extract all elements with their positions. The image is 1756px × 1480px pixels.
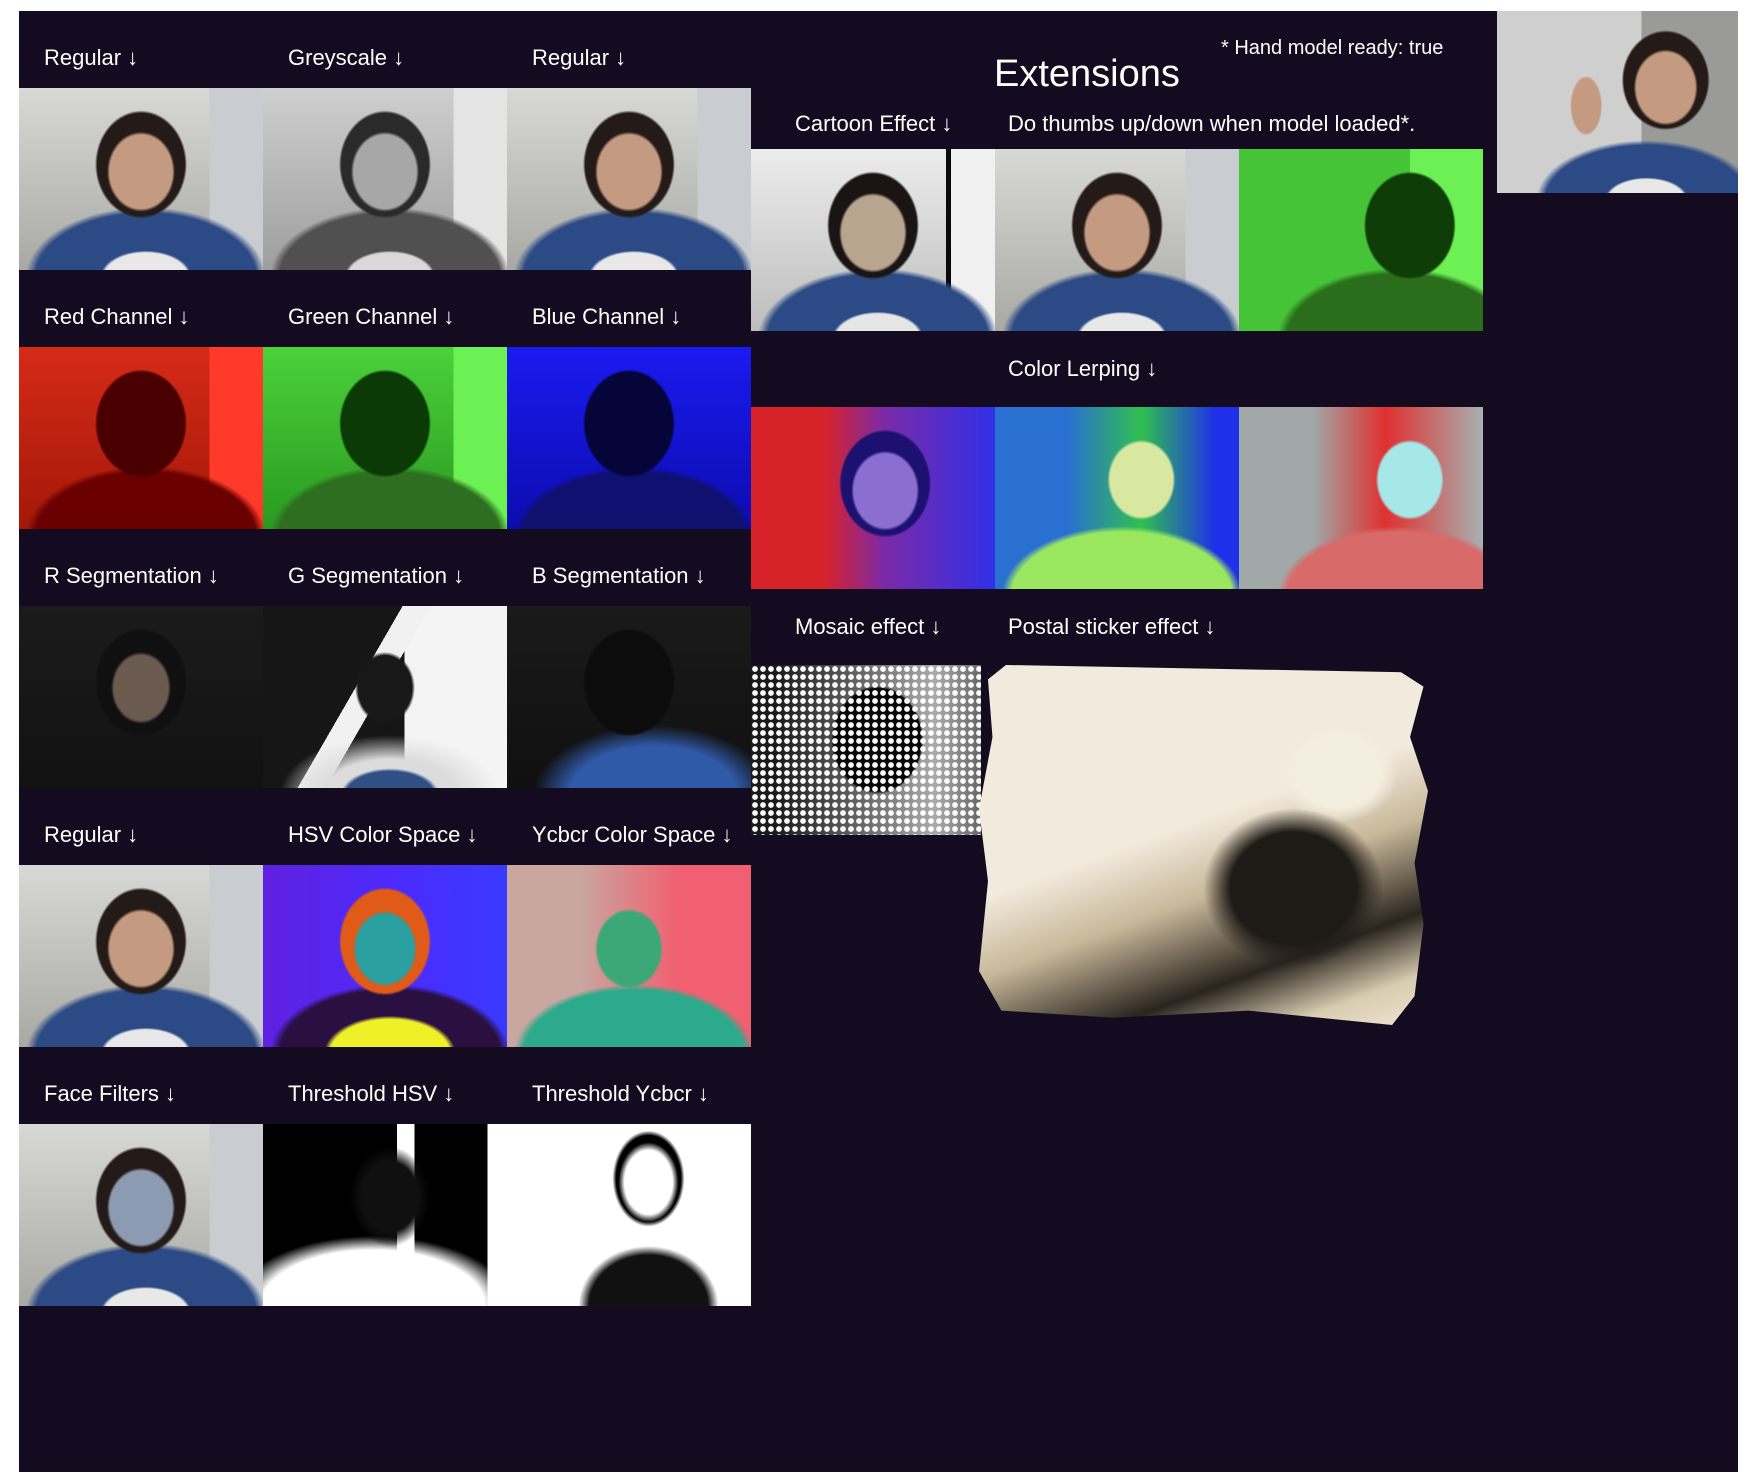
label-mosaic-effect: Mosaic effect ↓ [795, 614, 942, 639]
label-regular-3: Regular ↓ [44, 822, 139, 847]
video-greyscale [263, 88, 507, 270]
label-b-segmentation: B Segmentation ↓ [532, 563, 706, 588]
video-r-segmentation [19, 606, 263, 788]
label-green-channel: Green Channel ↓ [288, 304, 455, 329]
label-threshold-ycbcr: Threshold Ycbcr ↓ [532, 1081, 709, 1106]
app-canvas: Regular ↓ Greyscale ↓ Regular ↓ Red Chan… [19, 11, 1738, 1472]
label-r-segmentation: R Segmentation ↓ [44, 563, 219, 588]
video-blue-channel [507, 347, 751, 529]
label-face-filters: Face Filters ↓ [44, 1081, 177, 1106]
video-face-filters [19, 1124, 263, 1306]
video-mosaic-effect [751, 665, 981, 835]
video-thumbs-green [1239, 149, 1483, 331]
label-g-segmentation: G Segmentation ↓ [288, 563, 465, 588]
camera-preview [1497, 11, 1738, 193]
video-ycbcr-color-space [507, 865, 751, 1047]
label-thumbs-instruction: Do thumbs up/down when model loaded*. [1008, 111, 1416, 136]
label-blue-channel: Blue Channel ↓ [532, 304, 682, 329]
hand-model-status: * Hand model ready: true [1221, 37, 1444, 59]
video-color-lerp-1 [751, 407, 995, 589]
video-red-channel [19, 347, 263, 529]
video-threshold-hsv [263, 1124, 507, 1306]
label-color-lerping: Color Lerping ↓ [1008, 356, 1158, 381]
extensions-title: Extensions [994, 53, 1180, 95]
label-ycbcr-color-space: Ycbcr Color Space ↓ [532, 822, 733, 847]
video-regular-1 [19, 88, 263, 270]
video-threshold-ycbcr [507, 1124, 751, 1306]
label-greyscale: Greyscale ↓ [288, 45, 405, 70]
video-regular-2 [507, 88, 751, 270]
video-cartoon-effect [751, 149, 995, 331]
label-postal-sticker-effect: Postal sticker effect ↓ [1008, 614, 1216, 639]
video-b-segmentation [507, 606, 751, 788]
label-threshold-hsv: Threshold HSV ↓ [288, 1081, 455, 1106]
label-cartoon-effect: Cartoon Effect ↓ [795, 111, 953, 136]
video-thumbs-regular [995, 149, 1239, 331]
video-hsv-color-space [263, 865, 507, 1047]
video-color-lerp-3 [1239, 407, 1483, 589]
label-hsv-color-space: HSV Color Space ↓ [288, 822, 478, 847]
label-regular-1: Regular ↓ [44, 45, 139, 70]
video-color-lerp-2 [995, 407, 1239, 589]
video-green-channel [263, 347, 507, 529]
label-red-channel: Red Channel ↓ [44, 304, 190, 329]
video-postal-sticker-effect [979, 665, 1428, 1025]
video-g-segmentation [263, 606, 507, 788]
label-regular-2: Regular ↓ [532, 45, 627, 70]
video-regular-3 [19, 865, 263, 1047]
